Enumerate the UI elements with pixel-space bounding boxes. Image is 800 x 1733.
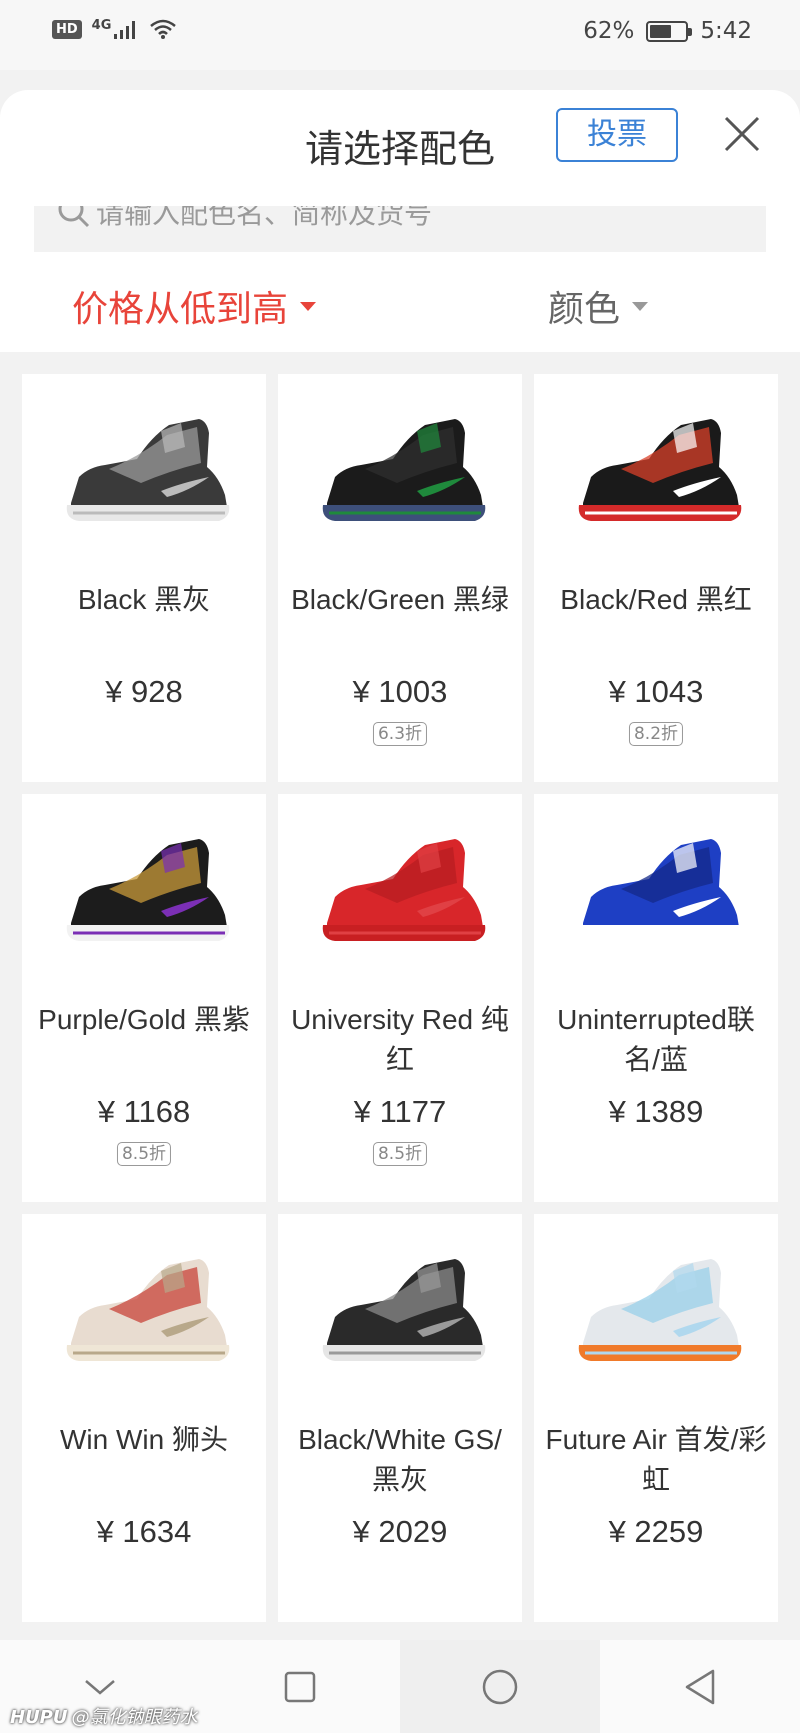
status-right: 62% 5:42: [583, 18, 752, 44]
product-price: ¥ 1043: [608, 674, 704, 709]
battery-percent: 62%: [583, 18, 635, 44]
search-icon: [58, 206, 90, 228]
product-card[interactable]: Black/Red 黑红 ¥ 1043 8.2折: [534, 374, 778, 782]
status-left: HD 4G: [52, 18, 177, 40]
discount-badge: 8.5折: [372, 1142, 428, 1166]
sheet-header: 请选择配色 投票 请输入配色名、简称及货号 价格从低到高 颜色: [0, 90, 800, 352]
wifi-icon: [150, 19, 177, 39]
search-placeholder: 请输入配色名、简称及货号: [96, 206, 433, 230]
product-price: ¥ 1177: [353, 1094, 447, 1129]
product-name: Win Win 狮头: [59, 1424, 228, 1455]
product-name: Purple/Gold 黑紫: [38, 1004, 250, 1035]
shoe-image-container: [22, 1214, 266, 1394]
discount-badge: 8.5折: [116, 1142, 172, 1166]
product-card[interactable]: Win Win 狮头 ¥ 1634: [22, 1214, 266, 1622]
shoe-image-container: [534, 1214, 778, 1394]
hd-indicator: HD: [52, 19, 82, 39]
shoe-image: [322, 839, 486, 941]
product-price: ¥ 1634: [96, 1514, 192, 1549]
product-card[interactable]: Purple/Gold 黑紫 ¥ 1168 8.5折: [22, 794, 266, 1202]
caret-down-icon: [632, 301, 649, 311]
shoe-image-container: [278, 1214, 522, 1394]
product-price: ¥ 2259: [608, 1514, 704, 1549]
shoe-image-container: [534, 794, 778, 974]
product-grid: Black 黑灰 ¥ 928 Black/Green 黑绿 ¥ 1003 6.3…: [22, 374, 778, 1622]
product-price: ¥ 2029: [352, 1514, 448, 1549]
product-name: Future Air 首发/彩虹: [545, 1424, 767, 1495]
shoe-image: [66, 419, 230, 521]
square-icon: [284, 1671, 316, 1702]
shoe-image-container: [278, 794, 522, 974]
shoe-image: [322, 419, 486, 521]
shoe-image-container: [278, 374, 522, 554]
circle-icon: [482, 1669, 518, 1704]
color-picker-sheet: 请选择配色 投票 请输入配色名、简称及货号 价格从低到高 颜色 Black 黑灰…: [0, 90, 800, 1640]
product-card[interactable]: Black 黑灰 ¥ 928: [22, 374, 266, 782]
nav-home-button[interactable]: [400, 1640, 600, 1733]
product-card[interactable]: Future Air 首发/彩虹 ¥ 2259: [534, 1214, 778, 1622]
shoe-image-container: [22, 374, 266, 554]
caret-down-icon: [300, 301, 317, 311]
product-name: University Red 纯红: [291, 1004, 509, 1075]
battery-icon: [646, 20, 693, 42]
product-price: ¥ 1168: [97, 1094, 191, 1129]
shoe-image: [578, 839, 742, 941]
product-price: ¥ 928: [105, 674, 183, 709]
watermark-handle: @氯化钠眼药水: [71, 1707, 198, 1728]
product-name: Black 黑灰: [77, 584, 211, 615]
color-filter-label: 颜色: [548, 289, 621, 330]
discount-badge: 8.2折: [628, 722, 684, 746]
color-filter-dropdown[interactable]: 颜色: [548, 280, 649, 332]
status-bar: HD 4G 62% 5:42: [0, 0, 800, 70]
shoe-image: [66, 839, 230, 941]
product-name: Uninterrupted联名/蓝: [557, 1004, 755, 1075]
product-price: ¥ 1003: [352, 674, 448, 709]
product-card[interactable]: Black/Green 黑绿 ¥ 1003 6.3折: [278, 374, 522, 782]
sort-label: 价格从低到高: [72, 289, 289, 330]
battery-level: [650, 24, 672, 38]
sheet-title: 请选择配色: [304, 127, 495, 171]
product-card[interactable]: Black/White GS/黑灰 ¥ 2029: [278, 1214, 522, 1622]
chevron-down-icon: [85, 1679, 115, 1695]
product-price: ¥ 1389: [608, 1094, 704, 1129]
watermark: HUPU @氯化钠眼药水: [10, 1703, 198, 1729]
shoe-image: [66, 1259, 230, 1361]
product-name: Black/Green 黑绿: [291, 584, 509, 615]
shoe-image: [578, 1259, 742, 1361]
watermark-brand: HUPU: [10, 1707, 68, 1728]
network-indicator: 4G: [91, 18, 112, 33]
nav-back-button[interactable]: [600, 1640, 800, 1733]
shoe-image: [322, 1259, 486, 1361]
search-input[interactable]: 请输入配色名、简称及货号: [34, 206, 766, 252]
product-name: Black/White GS/黑灰: [298, 1424, 502, 1495]
sort-dropdown[interactable]: 价格从低到高: [72, 280, 317, 332]
shoe-image: [578, 419, 742, 521]
shoe-image-container: [22, 794, 266, 974]
product-name: Black/Red 黑红: [560, 584, 752, 615]
shoe-image-container: [534, 374, 778, 554]
close-icon[interactable]: [722, 114, 762, 154]
vote-button[interactable]: 投票: [556, 108, 678, 162]
signal-icon: [114, 21, 136, 39]
nav-recents-button[interactable]: [200, 1640, 400, 1733]
triangle-back-icon: [685, 1669, 715, 1704]
product-card[interactable]: Uninterrupted联名/蓝 ¥ 1389: [534, 794, 778, 1202]
clock: 5:42: [700, 18, 752, 44]
product-card[interactable]: University Red 纯红 ¥ 1177 8.5折: [278, 794, 522, 1202]
discount-badge: 6.3折: [372, 722, 428, 746]
